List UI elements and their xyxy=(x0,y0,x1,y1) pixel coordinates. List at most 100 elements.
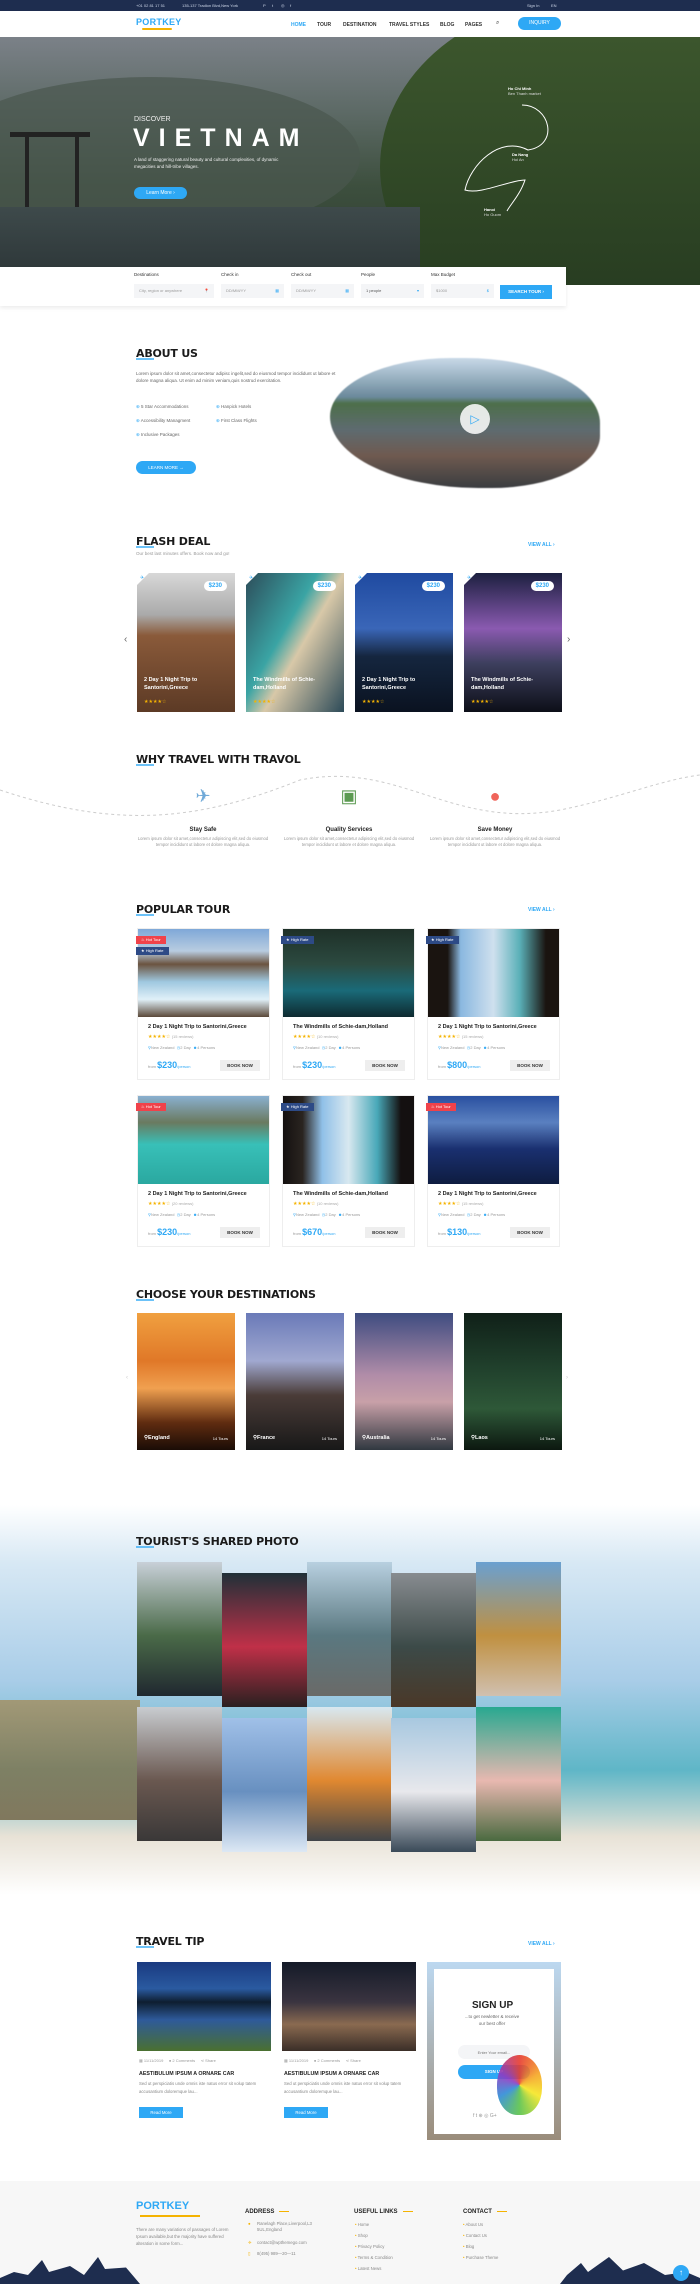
destination-card[interactable]: ⚲Laos 14 Tours xyxy=(464,1313,562,1450)
tour-card[interactable]: ★ High Rate 2 Day 1 Night Trip to Santor… xyxy=(426,928,560,1080)
tip-image[interactable] xyxy=(282,1962,416,2051)
footer-link[interactable]: • Privacy Policy xyxy=(355,2244,384,2249)
book-now-button[interactable]: BOOK NOW xyxy=(365,1060,405,1071)
destination-card[interactable]: ⚲England 14 Tours xyxy=(137,1313,235,1450)
search-input[interactable]: DD/MM/YY ▦ xyxy=(221,284,284,298)
search-input[interactable]: City, region or anywhere 📍 xyxy=(134,284,214,298)
shared-photo[interactable] xyxy=(137,1707,222,1841)
tip-title[interactable]: AESTIBULUM IPSUM A ORNARE CAR xyxy=(139,2071,234,2077)
flash-deal-card[interactable]: $230 2 Day 1 Night Trip to Santorini,Gre… xyxy=(355,573,453,712)
tour-card[interactable]: ♨ Hot Tour ★ High Rate 2 Day 1 Night Trip… xyxy=(136,928,270,1080)
flash-deal-card[interactable]: $230 2 Day 1 Night Trip to Santorini,Gre… xyxy=(137,573,235,712)
social-icons[interactable]: f t ⊕ ◎ G+ xyxy=(473,2113,497,2119)
footer-logo[interactable]: PORTKEY xyxy=(136,2200,189,2212)
search-tour-button[interactable]: SEARCH TOUR › xyxy=(500,285,552,299)
shared-photo[interactable] xyxy=(476,1562,562,1696)
people-select[interactable]: 1 people ▾ xyxy=(361,284,424,298)
footer-contact-link[interactable]: • Blog xyxy=(463,2244,474,2249)
language-select[interactable]: EN xyxy=(551,3,557,8)
flash-deal-card[interactable]: $230 The Windmills of Schie-dam,Holland … xyxy=(464,573,562,712)
footer-logo-plane-icon xyxy=(140,2215,200,2217)
popular-view-all-link[interactable]: VIEW ALL › xyxy=(528,907,555,913)
flash-icon: ✈ xyxy=(358,575,363,581)
tour-card[interactable]: ★ High Rate The Windmills of Schie-dam,H… xyxy=(281,1095,415,1247)
book-now-button[interactable]: BOOK NOW xyxy=(510,1060,550,1071)
book-now-button[interactable]: BOOK NOW xyxy=(510,1227,550,1238)
about-learn-more-button[interactable]: LEARN MORE → xyxy=(136,461,196,474)
footer-link[interactable]: • Home xyxy=(355,2222,369,2227)
phone[interactable]: +01 02 81 17 51 xyxy=(136,3,165,8)
tip-image[interactable] xyxy=(137,1962,271,2051)
tour-title[interactable]: 2 Day 1 Night Trip to Santorini,Greece xyxy=(148,1191,247,1197)
book-now-button[interactable]: BOOK NOW xyxy=(220,1060,260,1071)
tour-meta: ⚲New Zealand ◷2 Day ☻4 Persons xyxy=(438,1045,506,1050)
passport-icon: ▣ xyxy=(340,786,358,806)
book-now-button[interactable]: BOOK NOW xyxy=(365,1227,405,1238)
nav-item-tour[interactable]: TOUR xyxy=(317,22,331,28)
tour-card[interactable]: ♨ Hot Tour 2 Day 1 Night Trip to Santori… xyxy=(426,1095,560,1247)
twitter-icon[interactable]: t xyxy=(272,3,273,8)
shared-photo[interactable] xyxy=(306,1562,392,1696)
shared-photo[interactable] xyxy=(221,1573,307,1707)
tour-title[interactable]: The Windmills of Schie-dam,Holland xyxy=(293,1191,388,1197)
prev-arrow-icon[interactable]: ‹ xyxy=(124,634,127,645)
inquiry-button[interactable]: INQUIRY xyxy=(518,17,561,30)
city-label: Hanoi Ho Guom xyxy=(484,207,502,217)
flash-view-all-link[interactable]: VIEW ALL › xyxy=(528,542,555,548)
footer-link[interactable]: • Terms & Condition xyxy=(355,2255,393,2260)
scroll-to-top-button[interactable]: ↑ xyxy=(673,2265,689,2281)
next-arrow-icon[interactable]: › xyxy=(567,634,570,645)
nav-item-pages[interactable]: PAGES xyxy=(465,22,482,28)
rating-stars: ★★★★☆ xyxy=(362,699,385,705)
tour-title[interactable]: 2 Day 1 Night Trip to Santorini,Greece xyxy=(148,1024,247,1030)
search-label: Check in xyxy=(221,272,239,277)
footer-contact-link[interactable]: • Purchase Theme xyxy=(463,2255,498,2260)
flash-deal-card[interactable]: $230 The Windmills of Schie-dam,Holland … xyxy=(246,573,344,712)
learn-more-button[interactable]: Learn More › xyxy=(134,187,187,199)
play-video-icon[interactable]: ▷ xyxy=(460,404,490,434)
shared-photo[interactable] xyxy=(476,1707,562,1841)
shared-photo[interactable] xyxy=(306,1707,392,1841)
feature-item: ⊛ Accessibility Managment xyxy=(136,418,191,423)
dest-next-arrow-icon[interactable]: › xyxy=(566,1375,568,1381)
read-more-button[interactable]: Read More xyxy=(139,2107,183,2118)
tour-title[interactable]: The Windmills of Schie-dam,Holland xyxy=(293,1024,388,1030)
nav-item-travel-styles[interactable]: TRAVEL STYLES xyxy=(389,22,429,28)
tour-card[interactable]: ♨ Hot Tour 2 Day 1 Night Trip to Santori… xyxy=(136,1095,270,1247)
tips-view-all-link[interactable]: VIEW ALL › xyxy=(528,1941,555,1947)
logo[interactable]: PORTKEY xyxy=(136,17,182,27)
nav-item-blog[interactable]: BLOG xyxy=(440,22,454,28)
shared-photo[interactable] xyxy=(221,1718,307,1852)
logo-plane-icon xyxy=(142,28,172,30)
address: 135-137 Tradlon Blvd,New York xyxy=(182,3,239,8)
facebook-icon[interactable]: f xyxy=(290,3,291,8)
footer-email[interactable]: contact@wpthemego.com xyxy=(257,2240,307,2245)
nav-item-destination[interactable]: DESTINATION xyxy=(343,22,377,28)
sign-in-link[interactable]: Sign In xyxy=(527,3,539,8)
search-input[interactable]: DD/MM/YY ▦ xyxy=(291,284,354,298)
shared-photo[interactable] xyxy=(391,1718,477,1852)
footer-link[interactable]: • Shop xyxy=(355,2233,368,2238)
flash-icon: ✈ xyxy=(467,575,472,581)
tour-card[interactable]: ★ High Rate The Windmills of Schie-dam,H… xyxy=(281,928,415,1080)
tour-title[interactable]: 2 Day 1 Night Trip to Santorini,Greece xyxy=(438,1191,537,1197)
destination-card[interactable]: ⚲Australia 14 Tours xyxy=(355,1313,453,1450)
shared-photo[interactable] xyxy=(391,1573,477,1707)
tour-title[interactable]: 2 Day 1 Night Trip to Santorini,Greece xyxy=(438,1024,537,1030)
footer-contact-link[interactable]: • About Us xyxy=(463,2222,483,2227)
price-badge: $230 xyxy=(312,581,336,591)
pinterest-icon[interactable]: P xyxy=(263,3,266,8)
footer-link[interactable]: • Latest News xyxy=(355,2266,381,2271)
tip-title[interactable]: AESTIBULUM IPSUM A ORNARE CAR xyxy=(284,2071,379,2077)
read-more-button[interactable]: Read More xyxy=(284,2107,328,2118)
instagram-icon[interactable]: ◎ xyxy=(281,3,285,8)
search-icon[interactable]: ⌕ xyxy=(496,20,499,27)
footer-contact-link[interactable]: • Contact Us xyxy=(463,2233,487,2238)
book-now-button[interactable]: BOOK NOW xyxy=(220,1227,260,1238)
nav-item-home[interactable]: HOME xyxy=(291,22,306,28)
destination-card[interactable]: ⚲France 14 Tours xyxy=(246,1313,344,1450)
search-input[interactable]: $1000 $ xyxy=(431,284,494,298)
tour-meta: ⚲New Zealand ◷2 Day ☻4 Persons xyxy=(438,1212,506,1217)
shared-photo[interactable] xyxy=(137,1562,222,1696)
dest-prev-arrow-icon[interactable]: ‹ xyxy=(126,1375,128,1381)
